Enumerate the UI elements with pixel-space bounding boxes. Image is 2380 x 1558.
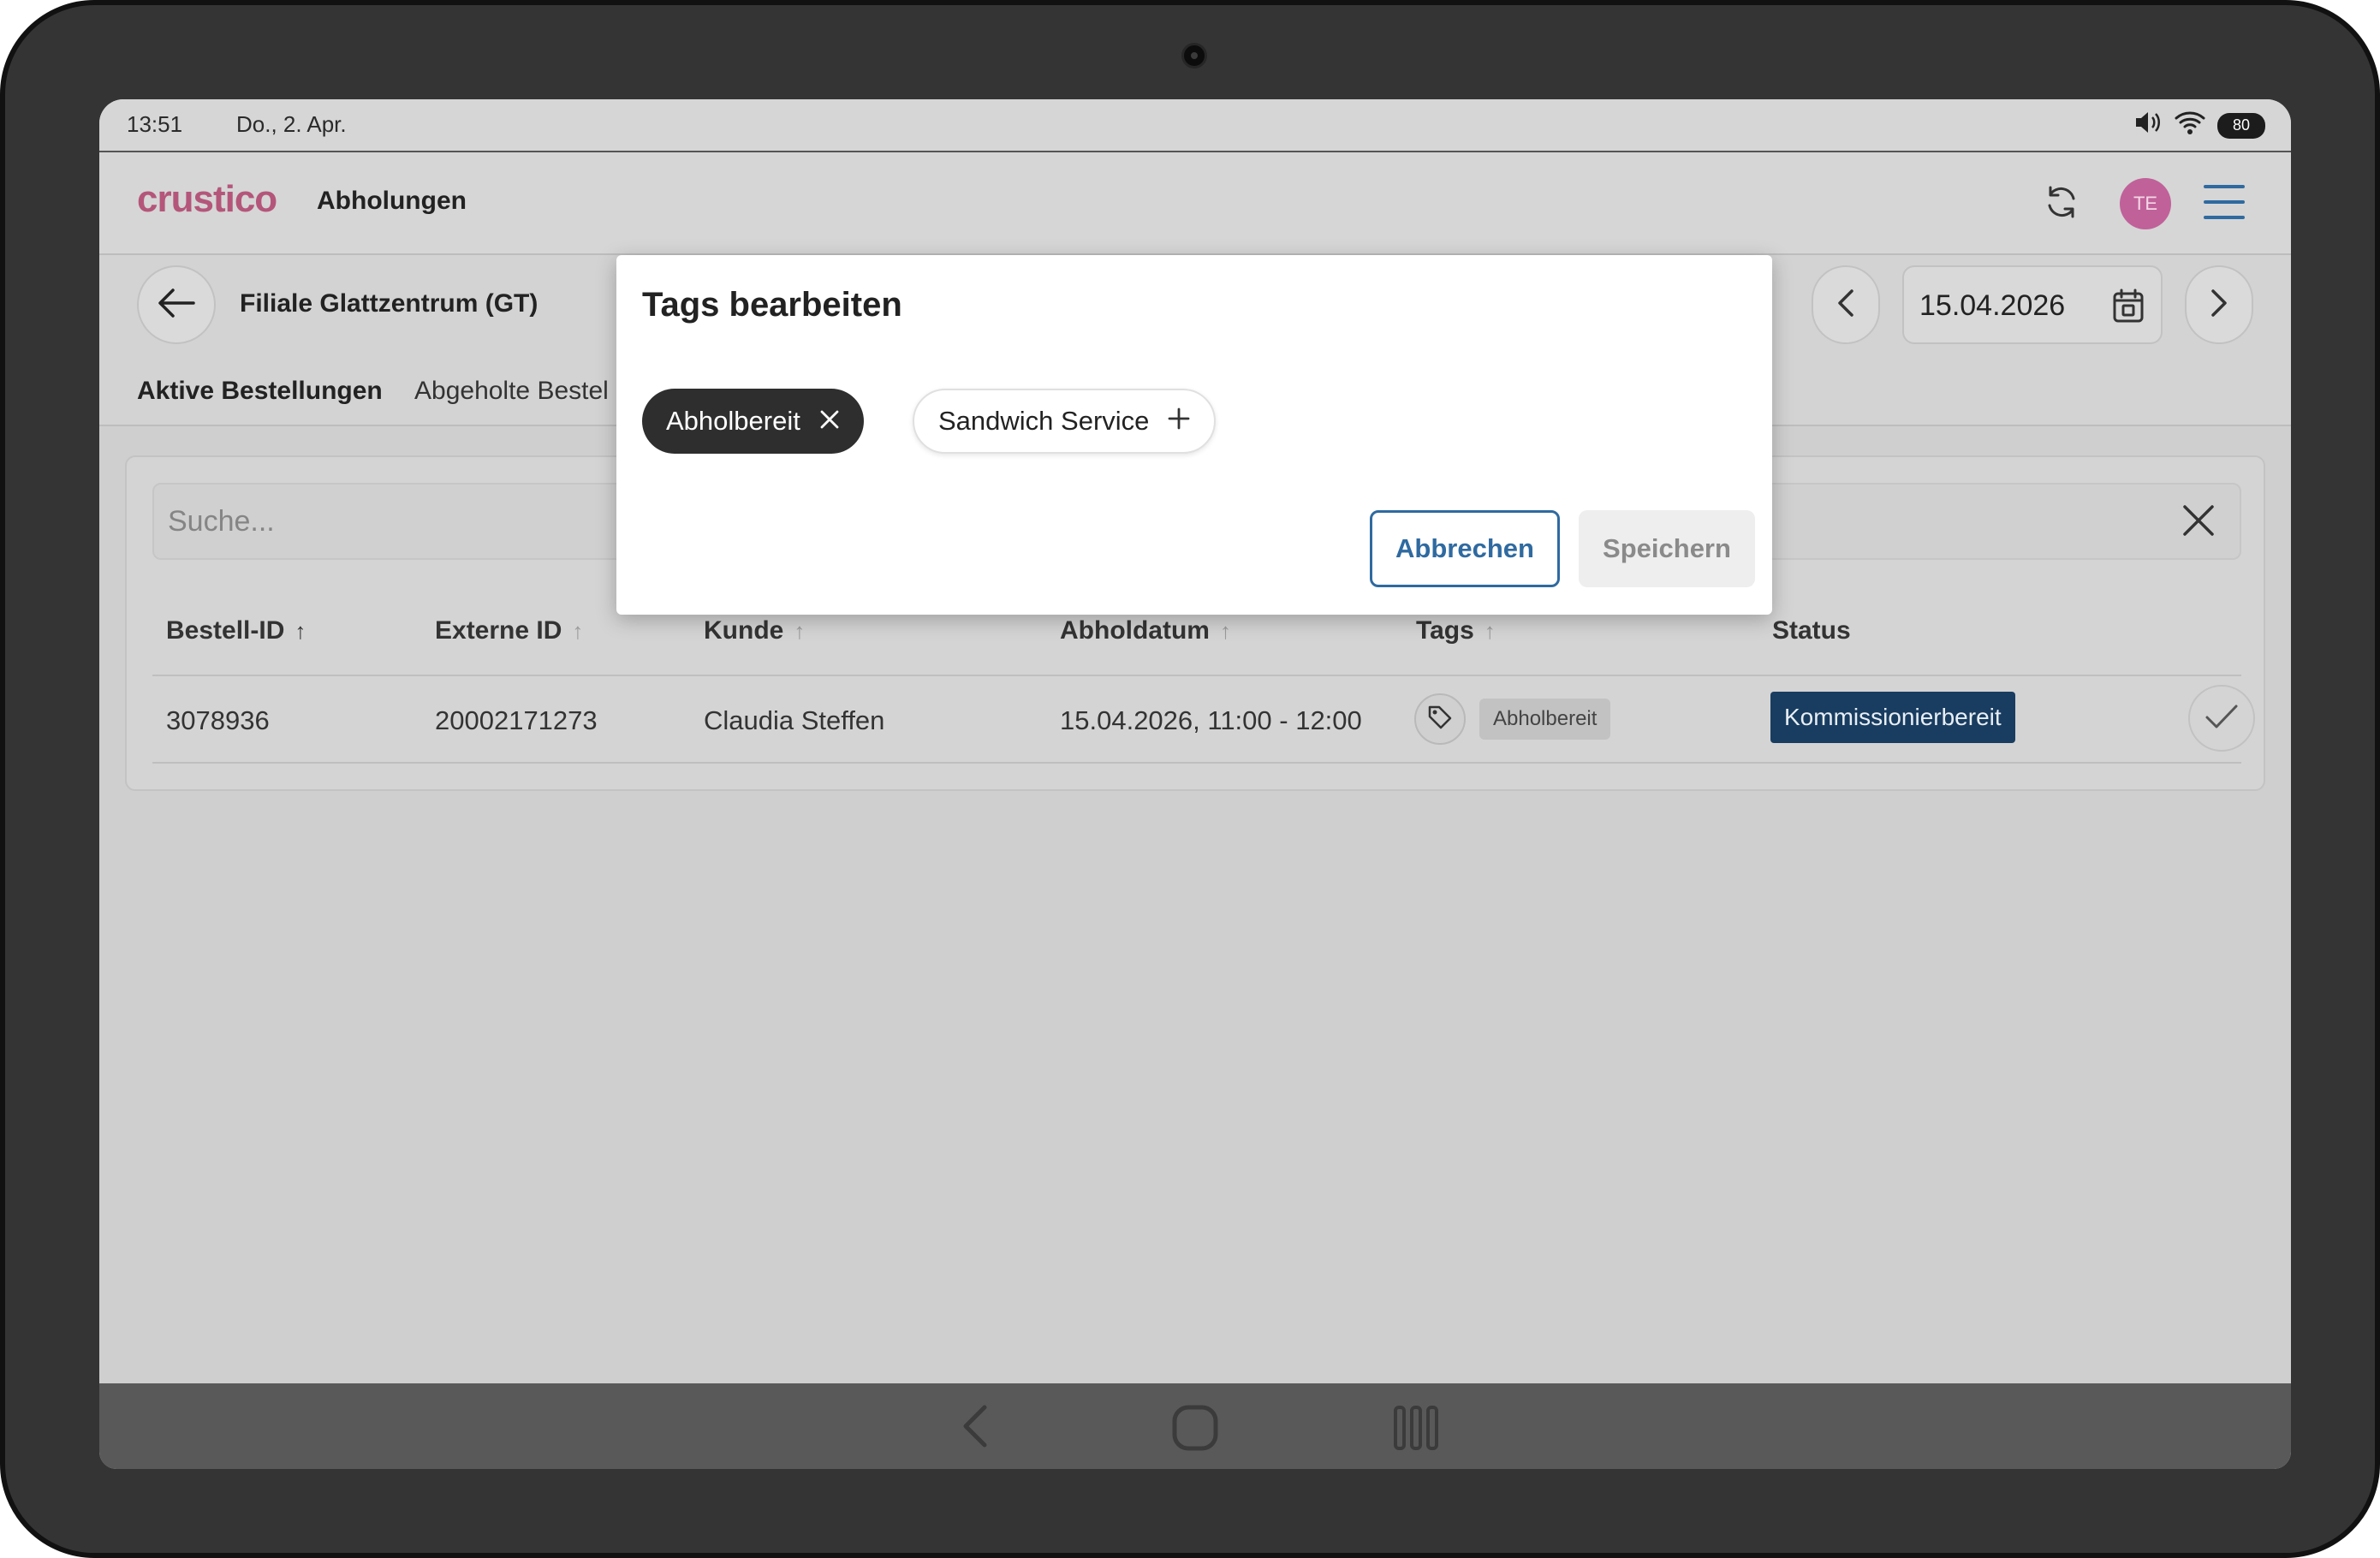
date-field[interactable]: 15.04.2026	[1902, 265, 2163, 344]
device-frame: 13:51 Do., 2. Apr. 80 crustico Abholunge…	[0, 0, 2380, 1558]
nav-home-icon[interactable]	[1171, 1404, 1219, 1456]
camera	[1181, 43, 1207, 68]
status-badge: Kommissionierbereit	[1770, 692, 2015, 743]
cancel-button[interactable]: Abbrechen	[1370, 510, 1560, 587]
cell-customer: Claudia Steffen	[704, 705, 885, 735]
calendar-icon[interactable]	[2111, 288, 2145, 328]
tab-picked-up-orders[interactable]: Abgeholte Bestel	[414, 377, 609, 406]
sort-arrow-icon: ↑	[1484, 617, 1496, 644]
volume-icon	[2133, 110, 2163, 141]
status-time: 13:51	[127, 111, 183, 137]
column-header-order-id[interactable]: Bestell-ID ↑	[166, 616, 306, 645]
column-label: Bestell-ID	[166, 616, 285, 645]
column-header-status: Status	[1772, 616, 1851, 645]
previous-date-button[interactable]	[1812, 265, 1880, 344]
sort-arrow-icon: ↑	[295, 617, 306, 644]
column-label: Tags	[1416, 616, 1474, 645]
cell-pickup-date: 15.04.2026, 11:00 - 12:00	[1060, 705, 1362, 735]
app-header: crustico Abholungen TE	[99, 152, 2291, 255]
cell-order-id: 3078936	[166, 705, 270, 735]
column-header-customer[interactable]: Kunde ↑	[704, 616, 805, 645]
arrow-left-icon	[158, 288, 195, 323]
edit-tags-dialog: Tags bearbeiten Abholbereit Sandwich Ser…	[616, 255, 1772, 615]
plus-icon[interactable]	[1168, 406, 1190, 437]
tab-active-orders[interactable]: Aktive Bestellungen	[137, 377, 383, 406]
header-divider	[152, 675, 2241, 676]
system-navigation-bar	[99, 1383, 2291, 1469]
sort-arrow-icon: ↑	[794, 617, 806, 644]
refresh-button[interactable]	[2036, 178, 2087, 229]
status-date: Do., 2. Apr.	[236, 111, 347, 137]
date-value: 15.04.2026	[1919, 289, 2066, 322]
remove-icon[interactable]	[819, 406, 840, 437]
menu-button[interactable]	[2197, 176, 2252, 231]
brand-logo: crustico	[137, 178, 277, 220]
column-label: Abholdatum	[1060, 616, 1210, 645]
chip-label: Abholbereit	[666, 406, 800, 436]
branch-name: Filiale Glattzentrum (GT)	[240, 289, 538, 318]
sort-arrow-icon: ↑	[572, 617, 584, 644]
app-title: Abholungen	[317, 187, 467, 215]
chip-label: Sandwich Service	[938, 406, 1150, 436]
column-label: Kunde	[704, 616, 784, 645]
nav-recent-apps-icon[interactable]	[1392, 1404, 1440, 1456]
save-button[interactable]: Speichern	[1579, 510, 1755, 587]
nav-back-icon[interactable]	[955, 1404, 997, 1453]
chevron-right-icon	[2210, 288, 2228, 322]
next-date-button[interactable]	[2185, 265, 2253, 344]
column-header-tags[interactable]: Tags ↑	[1416, 616, 1496, 645]
dialog-title: Tags bearbeiten	[642, 286, 902, 324]
refresh-icon	[2043, 183, 2080, 225]
complete-button[interactable]	[2188, 685, 2255, 752]
close-icon[interactable]	[2180, 502, 2217, 544]
cell-external-id: 20002171273	[435, 705, 598, 735]
battery-indicator: 80	[2217, 112, 2265, 139]
tag-icon	[1426, 704, 1454, 735]
avatar[interactable]: TE	[2120, 178, 2171, 229]
menu-icon	[2204, 183, 2245, 225]
column-label: Status	[1772, 616, 1851, 645]
tag-chip-abholbereit[interactable]: Abholbereit	[642, 389, 864, 454]
edit-tags-button[interactable]	[1414, 693, 1466, 745]
search-placeholder: Suche...	[168, 505, 275, 538]
tag-chip: Abholbereit	[1479, 699, 1611, 740]
check-icon	[2204, 703, 2239, 734]
wifi-icon	[2175, 110, 2205, 141]
column-label: Externe ID	[435, 616, 562, 645]
column-header-external-id[interactable]: Externe ID ↑	[435, 616, 583, 645]
back-button[interactable]	[137, 265, 216, 344]
screen: 13:51 Do., 2. Apr. 80 crustico Abholunge…	[99, 99, 2291, 1469]
column-header-pickup-date[interactable]: Abholdatum ↑	[1060, 616, 1231, 645]
status-bar: 13:51 Do., 2. Apr. 80	[99, 99, 2291, 152]
status-icons: 80	[2133, 110, 2265, 141]
row-divider	[152, 762, 2241, 764]
tag-chip-sandwich-service[interactable]: Sandwich Service	[913, 389, 1217, 454]
sort-arrow-icon: ↑	[1219, 617, 1231, 644]
chevron-left-icon	[1836, 288, 1855, 322]
